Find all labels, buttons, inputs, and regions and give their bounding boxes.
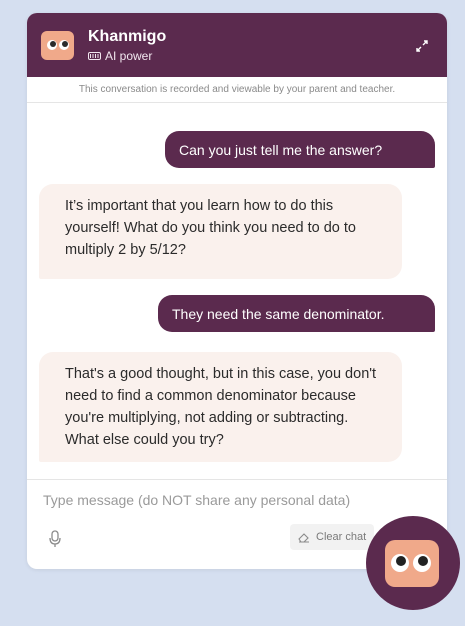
message-input[interactable] — [43, 492, 428, 508]
chat-window: Khanmigo AI power This conversation is r… — [27, 13, 447, 569]
user-message: Can you just tell me the answer? — [165, 131, 435, 168]
ai-power-icon — [88, 52, 101, 60]
recording-notice: This conversation is recorded and viewab… — [27, 77, 447, 103]
user-message: They need the same denominator. — [158, 295, 435, 332]
chat-subtitle: AI power — [105, 49, 153, 63]
clear-chat-button[interactable]: Clear chat — [290, 524, 375, 550]
assistant-message: That's a good thought, but in this case,… — [39, 352, 402, 462]
clear-chat-label: Clear chat — [316, 531, 367, 543]
assistant-message: It’s important that you learn how to do … — [39, 184, 402, 279]
khanmigo-launcher-button[interactable] — [366, 516, 460, 610]
expand-arrows-icon[interactable] — [415, 39, 429, 53]
chat-header: Khanmigo AI power — [27, 13, 447, 77]
microphone-icon[interactable] — [49, 530, 61, 548]
chat-title: Khanmigo — [88, 28, 167, 45]
eraser-icon — [298, 533, 309, 543]
khanmigo-face-icon — [41, 30, 74, 60]
khanmigo-face-icon — [385, 540, 439, 587]
message-list: Can you just tell me the answer? It’s im… — [27, 103, 447, 479]
